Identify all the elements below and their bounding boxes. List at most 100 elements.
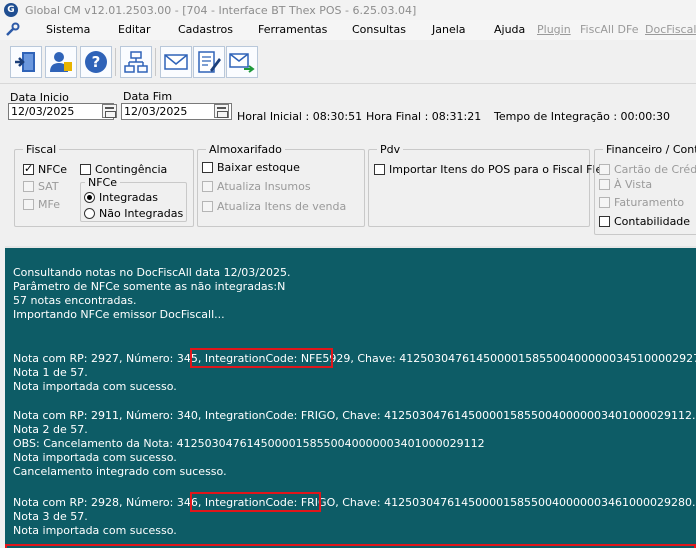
- nao-integradas-radio-dot[interactable]: [84, 208, 95, 219]
- integration-log[interactable]: Consultando notas no DocFiscAll data 12/…: [5, 246, 696, 548]
- sat-checkbox[interactable]: SAT: [23, 180, 59, 193]
- menu-ajuda[interactable]: Ajuda: [494, 23, 525, 36]
- financeiro-group-title: Financeiro / Contáb: [603, 143, 696, 156]
- log-line: Nota importada com sucesso.: [13, 451, 177, 464]
- system-menu-icon[interactable]: [3, 22, 21, 38]
- toolbar: ?: [0, 40, 696, 84]
- help-icon[interactable]: ?: [80, 46, 112, 78]
- contingencia-check-box[interactable]: [80, 164, 91, 175]
- menu-docfiscall[interactable]: DocFiscall: [645, 23, 696, 36]
- contingencia-label: Contingência: [95, 163, 168, 176]
- window-title: Global CM v12.01.2503.00 - [704 - Interf…: [25, 3, 417, 17]
- log-line: Nota importada com sucesso.: [13, 380, 177, 393]
- start-date-value: 12/03/2025: [11, 105, 75, 118]
- nfce-checkbox[interactable]: NFCe: [23, 162, 68, 176]
- importar-itens-label: Importar Itens do POS para o Fiscal Flex: [389, 163, 609, 176]
- log-line: Nota 2 de 57.: [13, 423, 88, 436]
- almoxarifado-group-title: Almoxarifado: [206, 143, 285, 156]
- baixar-estoque-check-box[interactable]: [202, 162, 213, 173]
- end-date-value: 12/03/2025: [124, 105, 188, 118]
- avista-check-box[interactable]: [599, 179, 610, 190]
- atualiza-insumos-checkbox[interactable]: Atualiza Insumos: [202, 180, 311, 193]
- log-bottom-highlight: [5, 544, 696, 548]
- start-date-calendar-icon[interactable]: [102, 104, 117, 118]
- edit-form-icon[interactable]: [193, 46, 225, 78]
- svg-text:?: ?: [92, 53, 101, 71]
- send-mail-icon[interactable]: [226, 46, 258, 78]
- toolbar-separator: [155, 48, 156, 76]
- contingencia-checkbox[interactable]: Contingência: [80, 163, 167, 176]
- exit-door-icon[interactable]: [10, 46, 42, 78]
- log-line: Nota importada com sucesso.: [13, 524, 177, 537]
- log-line: Nota 1 de 57.: [13, 366, 88, 379]
- menu-editar[interactable]: Editar: [118, 23, 151, 36]
- log-line: 57 notas encontradas.: [13, 294, 137, 307]
- menu-janela[interactable]: Janela: [432, 23, 466, 36]
- nao-integradas-radio[interactable]: Não Integradas: [84, 207, 183, 220]
- nfce-filter-group-title: NFCe: [85, 176, 121, 189]
- end-date-label: Data Fim: [123, 90, 173, 103]
- pdv-group: Pdv: [368, 143, 590, 227]
- pdv-group-title: Pdv: [377, 143, 404, 156]
- log-line: OBS: Cancelamento da Nota: 4125030476145…: [13, 437, 485, 450]
- menu-sistema[interactable]: Sistema: [46, 23, 90, 36]
- menu-plugin[interactable]: Plugin: [537, 23, 571, 36]
- importar-itens-check-box[interactable]: [374, 164, 385, 175]
- title-bar: G Global CM v12.01.2503.00 - [704 - Inte…: [0, 0, 696, 20]
- menu-cadastros[interactable]: Cadastros: [178, 23, 233, 36]
- menu-bar: Sistema Editar Cadastros Ferramentas Con…: [0, 20, 696, 40]
- log-line: Parâmetro de NFCe somente as não integra…: [13, 280, 286, 293]
- mfe-check-box[interactable]: [23, 199, 34, 210]
- integradas-label: Integradas: [99, 191, 158, 204]
- integration-code-highlight: [190, 348, 333, 368]
- integradas-radio-dot[interactable]: [84, 192, 95, 203]
- cartao-label: Cartão de Crédito: [614, 163, 696, 176]
- final-time-label: Hora Final : 08:31:21: [366, 110, 482, 123]
- log-line: Importando NFCe emissor DocFiscall...: [13, 308, 225, 321]
- user-icon[interactable]: [45, 46, 77, 78]
- contabilidade-label: Contabilidade: [614, 215, 691, 228]
- log-line: Nota com RP: 2928, Número: 346, Integrat…: [13, 496, 696, 509]
- mfe-label: MFe: [38, 198, 60, 211]
- log-line: Cancelamento integrado com sucesso.: [13, 465, 227, 478]
- importar-itens-checkbox[interactable]: Importar Itens do POS para o Fiscal Flex: [374, 163, 609, 176]
- cartao-checkbox[interactable]: Cartão de Crédito: [599, 163, 696, 176]
- menu-ferramentas[interactable]: Ferramentas: [258, 23, 327, 36]
- sat-label: SAT: [38, 180, 59, 193]
- log-line: Nota com RP: 2911, Número: 340, Integrat…: [13, 409, 696, 422]
- baixar-estoque-checkbox[interactable]: Baixar estoque: [202, 161, 300, 174]
- cartao-check-box[interactable]: [599, 164, 610, 175]
- atualiza-insumos-check-box[interactable]: [202, 181, 213, 192]
- atualiza-insumos-label: Atualiza Insumos: [217, 180, 311, 193]
- start-date-field[interactable]: 12/03/2025: [8, 103, 114, 120]
- faturamento-check-box[interactable]: [599, 197, 610, 208]
- integration-code-highlight: [190, 492, 321, 512]
- integration-time-label: Tempo de Integração : 00:00:30: [494, 110, 670, 123]
- faturamento-checkbox[interactable]: Faturamento: [599, 196, 684, 209]
- atualiza-itens-checkbox[interactable]: Atualiza Itens de venda: [202, 200, 346, 213]
- nfce-label: NFCe: [38, 163, 68, 176]
- fiscal-group-title: Fiscal: [23, 143, 60, 156]
- toolbar-separator: [115, 48, 116, 76]
- menu-fiscall-dfe[interactable]: FiscAll DFe: [580, 23, 638, 36]
- menu-consultas[interactable]: Consultas: [352, 23, 406, 36]
- integradas-radio[interactable]: Integradas: [84, 191, 158, 204]
- end-date-calendar-icon[interactable]: [214, 104, 229, 118]
- avista-checkbox[interactable]: À Vista: [599, 178, 652, 191]
- atualiza-itens-check-box[interactable]: [202, 201, 213, 212]
- nao-integradas-label: Não Integradas: [99, 207, 184, 220]
- faturamento-label: Faturamento: [614, 196, 685, 209]
- sat-check-box[interactable]: [23, 181, 34, 192]
- atualiza-itens-label: Atualiza Itens de venda: [217, 200, 347, 213]
- log-line: Nota 3 de 57.: [13, 510, 88, 523]
- org-chart-icon[interactable]: [120, 46, 152, 78]
- initial-time-label: Horal Inicial : 08:30:51: [237, 110, 363, 123]
- nfce-check-box[interactable]: [23, 162, 34, 175]
- mail-icon[interactable]: [160, 46, 192, 78]
- baixar-estoque-label: Baixar estoque: [217, 161, 300, 174]
- mfe-checkbox[interactable]: MFe: [23, 198, 60, 211]
- app-logo-icon: G: [4, 3, 18, 17]
- contabilidade-check-box[interactable]: [599, 216, 610, 227]
- contabilidade-checkbox[interactable]: Contabilidade: [599, 215, 690, 228]
- log-line: Consultando notas no DocFiscAll data 12/…: [13, 266, 291, 279]
